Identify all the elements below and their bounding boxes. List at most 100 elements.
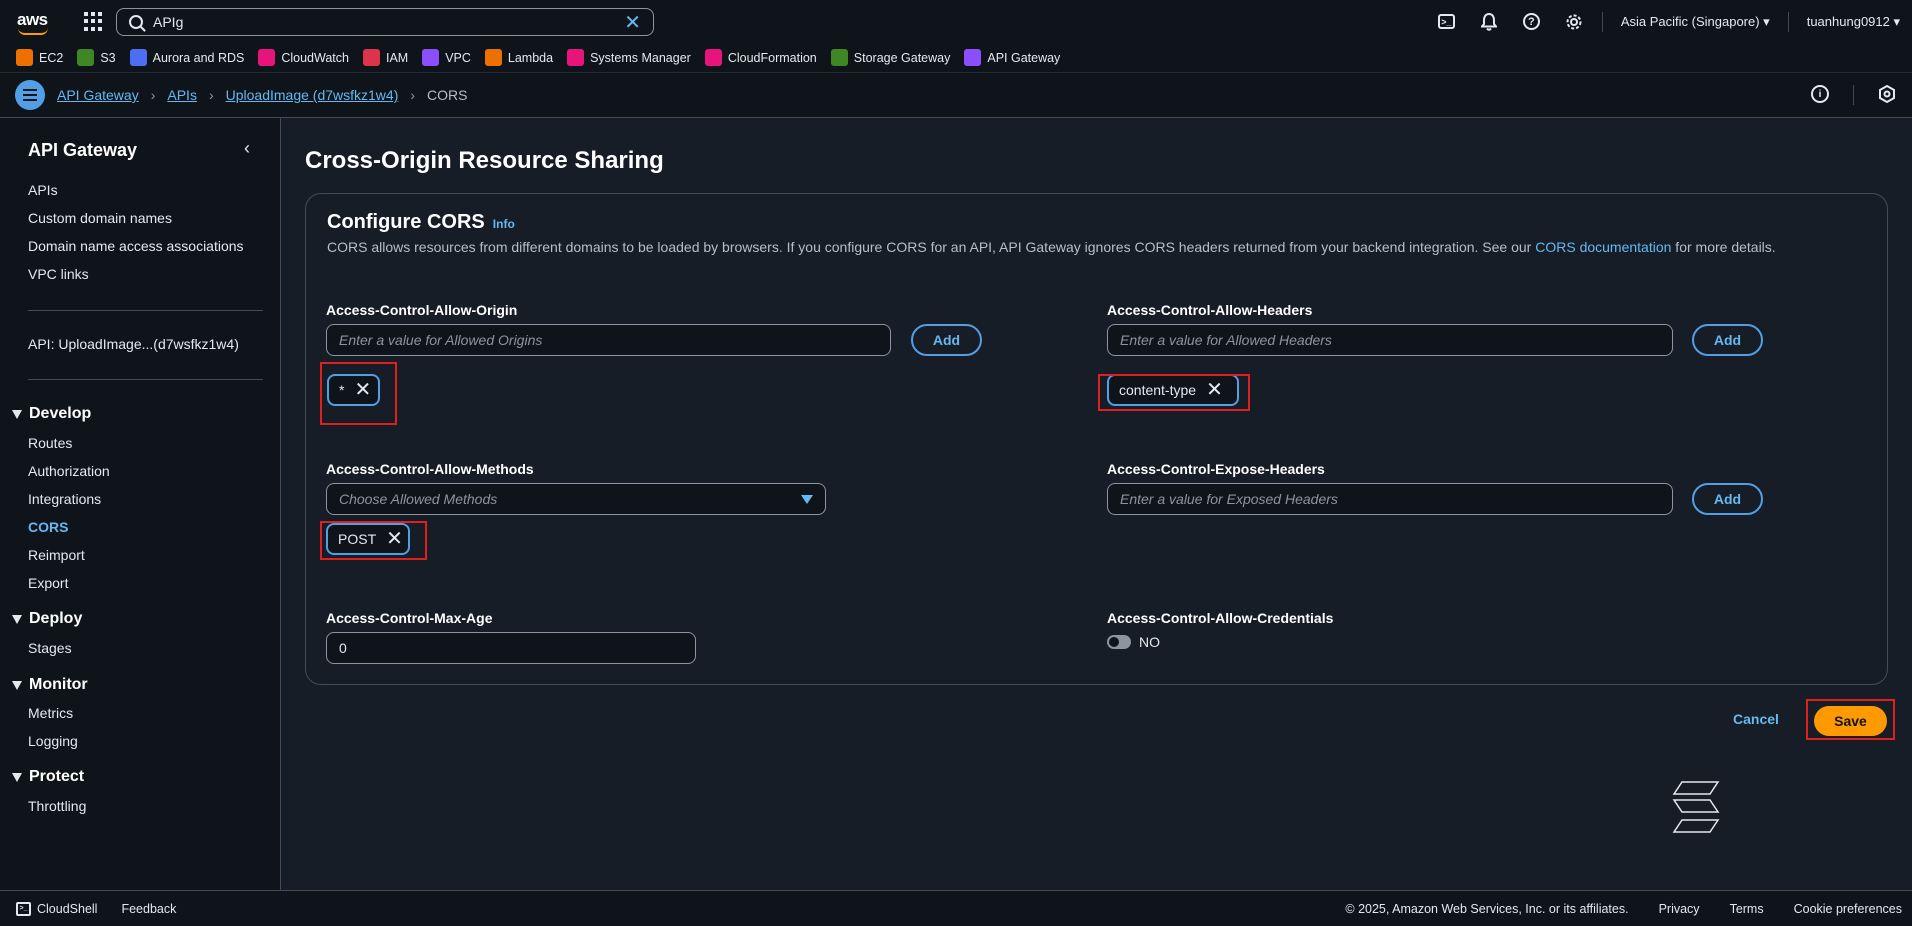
search-input[interactable] — [153, 14, 613, 30]
service-icon — [16, 49, 33, 66]
feedback-link[interactable]: Feedback — [121, 902, 176, 916]
allow-headers-add-button[interactable]: Add — [1692, 324, 1763, 356]
sidebar-item-throttling[interactable]: Throttling — [28, 798, 86, 814]
favorite-systems-manager[interactable]: Systems Manager — [567, 49, 691, 66]
copyright: © 2025, Amazon Web Services, Inc. or its… — [1345, 901, 1629, 916]
cloudshell-icon[interactable]: >_ — [1437, 14, 1455, 29]
services-grid-icon[interactable] — [84, 11, 104, 32]
sidebar-item-routes[interactable]: Routes — [28, 435, 72, 451]
feedback-icon[interactable] — [1878, 84, 1896, 106]
configure-cors-panel: Configure CORS Info CORS allows resources… — [305, 193, 1888, 685]
sidebar-item-metrics[interactable]: Metrics — [28, 705, 73, 721]
allow-credentials-toggle[interactable] — [1107, 635, 1131, 649]
favorite-api-gateway[interactable]: API Gateway — [964, 49, 1060, 66]
panel-description: CORS allows resources from different dom… — [327, 239, 1776, 255]
sidebar-section-protect[interactable]: Protect — [12, 768, 84, 786]
sidebar-title: API Gateway — [28, 140, 138, 160]
panel-title: Configure CORS Info — [327, 211, 515, 233]
hamburger-menu-icon[interactable] — [15, 80, 45, 110]
allow-methods-label: Access-Control-Allow-Methods — [326, 461, 534, 477]
favorite-lambda[interactable]: Lambda — [484, 49, 553, 66]
collapse-sidebar-icon[interactable]: ‹ — [244, 138, 250, 159]
service-icon — [362, 49, 380, 66]
search-icon — [129, 15, 143, 29]
sidebar-item-custom-domain-names[interactable]: Custom domain names — [28, 210, 172, 226]
favorite-s3[interactable]: S3 — [77, 49, 116, 66]
sidebar-section-monitor[interactable]: Monitor — [12, 676, 88, 694]
page-title: Cross-Origin Resource Sharing — [305, 147, 664, 174]
service-icon — [567, 49, 585, 66]
breadcrumb-apis[interactable]: APIs — [167, 87, 197, 103]
favorite-aurora-and-rds[interactable]: Aurora and RDS — [129, 49, 244, 66]
allow-origin-input[interactable]: Enter a value for Allowed Origins — [326, 324, 891, 356]
terms-link[interactable]: Terms — [1730, 902, 1764, 916]
favorite-storage-gateway[interactable]: Storage Gateway — [830, 49, 950, 66]
allow-headers-input[interactable]: Enter a value for Allowed Headers — [1107, 324, 1673, 356]
sidebar-item-domain-name-access[interactable]: Domain name access associations — [28, 238, 244, 254]
breadcrumb-current: CORS — [427, 87, 468, 103]
caret-down-icon — [12, 680, 22, 690]
allow-headers-label: Access-Control-Allow-Headers — [1107, 302, 1313, 318]
sidebar-item-apis[interactable]: APIs — [28, 182, 58, 198]
account-menu[interactable]: tuanhung0912 ▾ — [1807, 14, 1900, 30]
sidebar-item-reimport[interactable]: Reimport — [28, 547, 85, 563]
chevron-right-icon: › — [150, 87, 156, 103]
sidebar-item-cors[interactable]: CORS — [28, 519, 68, 535]
breadcrumb-bar: API Gateway › APIs › UploadImage (d7wsfk… — [0, 73, 1912, 118]
cancel-button[interactable]: Cancel — [1733, 711, 1779, 727]
footer: >_ CloudShell Feedback © 2025, Amazon Web… — [0, 890, 1912, 926]
sidebar-section-deploy[interactable]: Deploy — [12, 610, 82, 628]
bell-icon[interactable] — [1479, 12, 1499, 32]
allow-origin-add-button[interactable]: Add — [911, 324, 982, 356]
service-icon — [422, 49, 440, 66]
max-age-input[interactable]: 0 — [326, 632, 696, 664]
allow-methods-select[interactable]: Choose Allowed Methods — [326, 483, 826, 515]
service-icon — [964, 49, 982, 66]
sidebar-section-develop[interactable]: Develop — [12, 405, 91, 423]
favorite-ec2[interactable]: EC2 — [16, 49, 63, 66]
sidebar-item-stages[interactable]: Stages — [28, 640, 72, 656]
allow-credentials-state: NO — [1139, 634, 1160, 650]
allow-credentials-label: Access-Control-Allow-Credentials — [1107, 610, 1334, 626]
region-selector[interactable]: Asia Pacific (Singapore) ▾ — [1621, 14, 1770, 30]
favorite-vpc[interactable]: VPC — [422, 49, 471, 66]
clear-search-icon[interactable]: ✕ — [624, 10, 641, 35]
breadcrumb-api-gateway[interactable]: API Gateway — [57, 87, 139, 103]
service-icon — [129, 49, 147, 66]
sidebar-item-export[interactable]: Export — [28, 575, 68, 591]
sidebar-item-api[interactable]: API: UploadImage...(d7wsfkz1w4) — [28, 336, 239, 352]
highlight-box — [320, 521, 427, 560]
sidebar-item-vpc-links[interactable]: VPC links — [28, 266, 89, 282]
sidebar-item-logging[interactable]: Logging — [28, 733, 78, 749]
highlight-box — [320, 362, 397, 425]
expose-headers-input[interactable]: Enter a value for Exposed Headers — [1107, 483, 1673, 515]
stack-logo-icon — [1672, 781, 1720, 833]
favorite-iam[interactable]: IAM — [362, 49, 408, 66]
gear-icon[interactable] — [1564, 12, 1584, 32]
chevron-right-icon: › — [410, 87, 416, 103]
info-panel-icon[interactable]: i — [1811, 85, 1829, 103]
expose-headers-add-button[interactable]: Add — [1692, 483, 1763, 515]
sidebar-item-integrations[interactable]: Integrations — [28, 491, 101, 507]
cloudshell-icon: >_ — [16, 901, 31, 916]
allow-origin-label: Access-Control-Allow-Origin — [326, 302, 518, 318]
breadcrumb-uploadimage[interactable]: UploadImage (d7wsfkz1w4) — [226, 87, 399, 103]
help-icon[interactable]: ? — [1522, 13, 1540, 30]
chevron-right-icon: › — [208, 87, 214, 103]
aws-logo[interactable]: aws — [14, 7, 54, 37]
service-icon — [830, 49, 848, 66]
top-navigation: aws ✕ >_ ? Asia Pacific (Singapore) ▾ tu… — [0, 0, 1912, 43]
cors-documentation-link[interactable]: CORS documentation — [1535, 239, 1671, 255]
service-icon — [484, 49, 502, 66]
dropdown-caret-icon — [801, 495, 813, 504]
cloudshell-link[interactable]: >_ CloudShell — [16, 901, 97, 916]
info-link[interactable]: Info — [493, 217, 515, 231]
service-icon — [258, 49, 276, 66]
privacy-link[interactable]: Privacy — [1659, 902, 1700, 916]
favorite-cloudformation[interactable]: CloudFormation — [704, 49, 817, 66]
cookie-preferences-link[interactable]: Cookie preferences — [1794, 902, 1902, 916]
expose-headers-label: Access-Control-Expose-Headers — [1107, 461, 1325, 477]
search-box: ✕ — [116, 8, 654, 36]
sidebar-item-authorization[interactable]: Authorization — [28, 463, 110, 479]
favorite-cloudwatch[interactable]: CloudWatch — [258, 49, 349, 66]
